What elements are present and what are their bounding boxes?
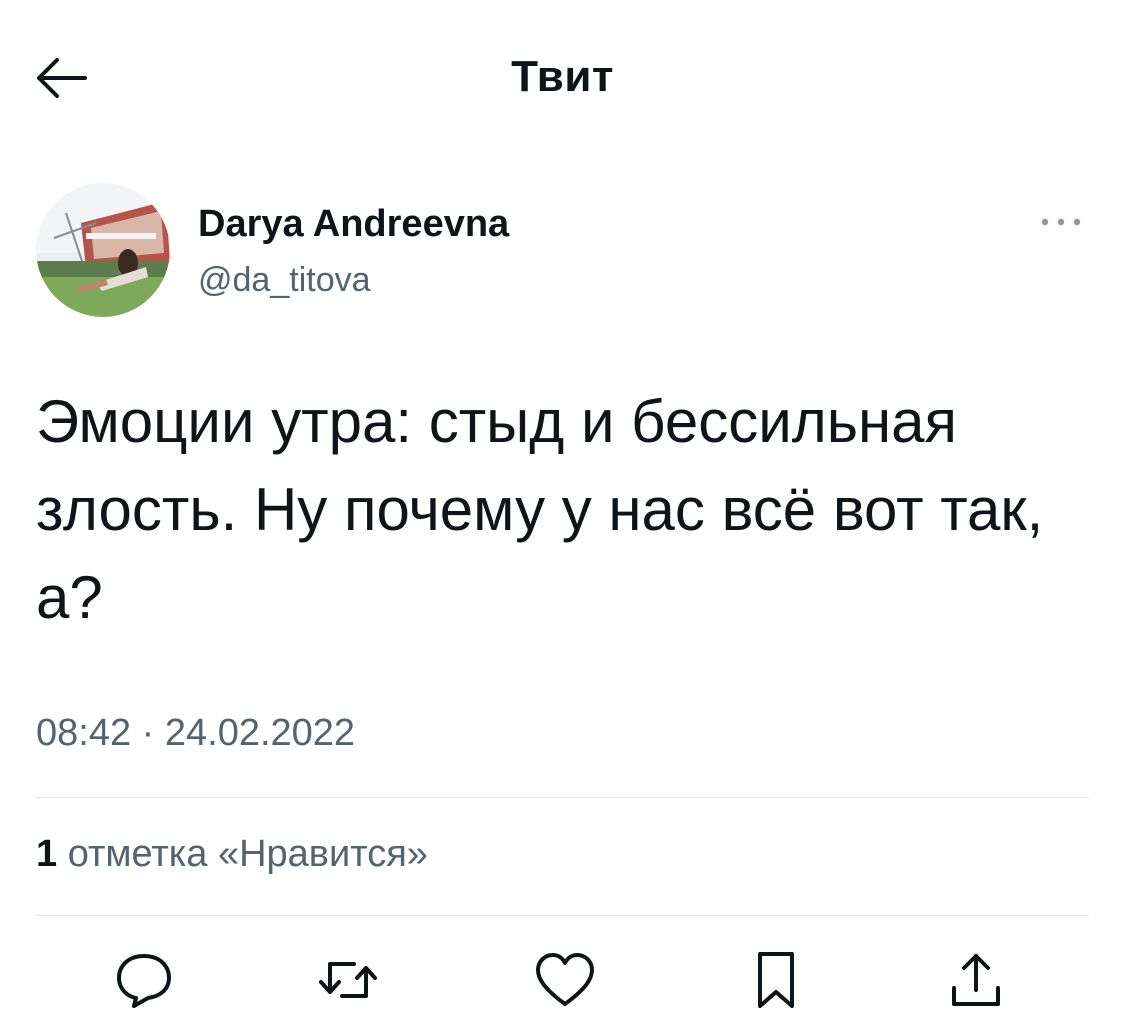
top-bar: Твит <box>0 0 1125 160</box>
author-handle[interactable]: @da_titova <box>198 261 371 300</box>
page-title: Твит <box>511 52 614 101</box>
meta-separator: · <box>141 712 155 754</box>
reply-button[interactable] <box>104 940 184 1020</box>
share-icon <box>952 954 1000 1006</box>
bookmark-icon <box>758 952 794 1008</box>
tweet-author: Darya Andreevna @da_titova <box>36 183 1089 317</box>
tweet-time: 08:42 <box>36 712 132 754</box>
likes-label: отметка «Нравится» <box>67 833 428 875</box>
heart-icon <box>536 953 594 1006</box>
likes-count: 1 <box>36 833 58 875</box>
likes-stat[interactable]: 1 отметка «Нравится» <box>36 833 428 876</box>
tweet-actions <box>36 940 1089 1020</box>
more-dots-icon <box>1041 218 1081 226</box>
retweet-button[interactable] <box>308 940 388 1020</box>
tweet-date: 24.02.2022 <box>164 712 356 754</box>
avatar[interactable] <box>36 183 170 317</box>
author-display-name[interactable]: Darya Andreevna <box>198 203 509 246</box>
bookmark-button[interactable] <box>736 940 816 1020</box>
tweet-timestamp[interactable]: 08:42 · 24.02.2022 <box>36 712 355 755</box>
reply-icon <box>117 954 171 1008</box>
divider <box>36 797 1089 798</box>
more-button[interactable] <box>1033 207 1089 237</box>
tweet-text: Эмоции утра: стыд и бессильная злость. Н… <box>36 388 1044 631</box>
like-button[interactable] <box>525 940 605 1020</box>
share-button[interactable] <box>936 940 1016 1020</box>
retweet-icon <box>319 962 377 998</box>
avatar-image <box>36 183 170 317</box>
divider <box>36 915 1089 916</box>
